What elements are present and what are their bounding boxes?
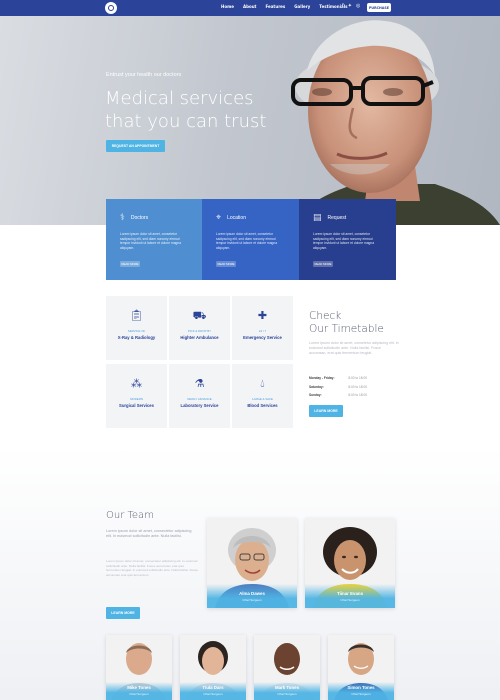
service-card-ambulance[interactable]: ⛟ PICK & DROP BY Highter Ambulance bbox=[169, 296, 230, 360]
member-name: Alma Dawes bbox=[239, 591, 265, 596]
service-card-blood[interactable]: 💧︎ LARGE & SAFE Blood Services bbox=[232, 364, 293, 428]
info-card-title: Doctors bbox=[130, 215, 149, 221]
service-tag: SERVICE OF bbox=[127, 329, 146, 333]
hero-doctor-portrait bbox=[291, 20, 500, 225]
timetable-hours: 8:00 to 18:00 bbox=[348, 376, 367, 380]
hero-title-line-2: that you can trust bbox=[105, 111, 267, 132]
clipboard-icon: 📋︎ bbox=[129, 309, 144, 322]
member-name: Mark Tones bbox=[274, 685, 300, 690]
service-tag: MODERN bbox=[130, 397, 143, 401]
featured-member-card[interactable]: Alma Dawes Chief Surgeon bbox=[207, 518, 297, 608]
info-card-text: Lorem ipsum dolor sit amet, consetetur s… bbox=[216, 232, 278, 250]
member-overlay bbox=[207, 584, 297, 608]
timetable-day: Monday - Friday: bbox=[309, 376, 335, 380]
flask-icon: ⚗ bbox=[194, 377, 205, 390]
info-card-title: Request bbox=[327, 215, 347, 221]
info-card-doctors: ⚕ Doctors Lorem ipsum dolor sit amet, con… bbox=[106, 199, 203, 280]
timetable-row: Sunday: 8:00 to 18:00 bbox=[309, 393, 389, 397]
timetable-day: Saturday: bbox=[309, 384, 324, 389]
service-name: Highter Ambulance bbox=[180, 335, 219, 340]
member-role: Chief Surgeon bbox=[351, 692, 371, 696]
team-member-card[interactable]: Simon Tones Chief Surgeon bbox=[328, 635, 394, 700]
team-member-card[interactable]: Tiula Dars Chief Surgeon bbox=[180, 635, 246, 700]
info-card-text: Lorem ipsum dolor sit amet, consetetur s… bbox=[120, 232, 182, 250]
main-nav: Home About Features Gallery Testimonials bbox=[221, 4, 347, 9]
nav-gallery[interactable]: Gallery bbox=[294, 4, 310, 9]
service-name: Blood Services bbox=[247, 403, 278, 408]
timetable-rows: Monday - Friday: 8:00 to 18:00 Saturday: 8… bbox=[309, 376, 389, 402]
timetable-title: Check Our Timetable bbox=[309, 310, 384, 336]
purchase-button[interactable]: PURCHASE bbox=[367, 3, 391, 12]
hero-title-line-1: Medical services bbox=[105, 88, 254, 109]
service-card-emergency[interactable]: ✚ 24 / 7 Emergency Service bbox=[232, 296, 293, 360]
service-name: Emergency Service bbox=[243, 335, 282, 340]
member-role: Chief Surgeon bbox=[277, 692, 297, 696]
read-more-button[interactable]: READ MORE bbox=[313, 261, 333, 267]
member-overlay bbox=[305, 584, 395, 608]
timetable-hours: 8:00 to 18:00 bbox=[348, 384, 367, 389]
member-name: Simon Tones bbox=[347, 685, 375, 690]
info-card-title: Location bbox=[227, 215, 246, 221]
member-role: Chief Surgeon bbox=[340, 598, 360, 602]
logo-icon[interactable] bbox=[105, 2, 117, 14]
member-role: Chief Surgeon bbox=[203, 692, 223, 696]
service-name: Laboratory Service bbox=[180, 403, 219, 408]
service-name: X-Ray & Radiology bbox=[117, 335, 156, 340]
facebook-icon[interactable]: f bbox=[342, 3, 344, 9]
social-links: f ✦ ◎ bbox=[342, 3, 360, 9]
featured-member-card[interactable]: Tiinar Evans Chief Surgeon bbox=[305, 518, 395, 608]
globe-icon[interactable]: ◎ bbox=[356, 3, 360, 9]
team-member-card[interactable]: Mark Tones Chief Surgeon bbox=[254, 635, 320, 700]
twitter-icon[interactable]: ✦ bbox=[348, 3, 352, 9]
timetable-text: Lorem ipsum dolor sit amet, consetetur a… bbox=[309, 341, 399, 356]
service-card-surgical[interactable]: ⁂ MODERN Surgical Services bbox=[106, 364, 167, 428]
hero-section: Entrust your health our doctors Medical … bbox=[0, 16, 500, 225]
member-name: Mike Tones bbox=[127, 685, 151, 690]
timetable-hours: 8:00 to 18:00 bbox=[348, 393, 367, 397]
info-card-request: ▤ Request Lorem ipsum dolor sit amet, con… bbox=[299, 199, 396, 280]
info-card-location: ⌖ Location Lorem ipsum dolor sit amet, co… bbox=[202, 199, 299, 280]
timetable-learn-more-button[interactable]: LEARN MORE bbox=[309, 405, 343, 417]
doctor-icon: ⚕ bbox=[120, 213, 125, 223]
top-navbar: Home About Features Gallery Testimonials… bbox=[0, 0, 500, 16]
team-learn-more-button[interactable]: LEARN MORE bbox=[106, 607, 140, 619]
team-member-card[interactable]: Mike Tones Chief Surgeon bbox=[106, 635, 172, 700]
service-tag: 24 / 7 bbox=[258, 329, 267, 333]
nav-features[interactable]: Features bbox=[265, 4, 285, 9]
clipboard-icon: ▤ bbox=[313, 213, 322, 223]
timetable-title-line-2: Our Timetable bbox=[309, 323, 384, 335]
team-title: Our Team bbox=[106, 510, 154, 521]
blood-drop-icon: 💧︎ bbox=[260, 377, 265, 390]
timetable-row: Monday - Friday: 8:00 to 18:00 bbox=[309, 376, 389, 380]
service-card-laboratory[interactable]: ⚗ NEWLY ADVANCE Laboratory Service bbox=[169, 364, 230, 428]
service-tag: NEWLY ADVANCE bbox=[187, 397, 212, 401]
timetable-row: Saturday: 8:00 to 18:00 bbox=[309, 385, 389, 389]
nav-about[interactable]: About bbox=[243, 4, 256, 9]
service-tag: LARGE & SAFE bbox=[252, 397, 273, 401]
read-more-button[interactable]: READ MORE bbox=[120, 261, 140, 267]
nav-home[interactable]: Home bbox=[221, 4, 234, 9]
member-role: Chief Surgeon bbox=[242, 598, 262, 602]
timetable-title-line-1: Check bbox=[309, 310, 342, 322]
hero-title: Medical services that you can trust bbox=[105, 87, 305, 133]
member-name: Tiinar Evans bbox=[336, 591, 364, 596]
request-appointment-button[interactable]: REQUEST AN APPOINTMENT bbox=[106, 140, 165, 152]
read-more-button[interactable]: READ MORE bbox=[216, 261, 236, 267]
hero-subtitle: Entrust your health our doctors bbox=[106, 72, 182, 78]
info-card-text: Lorem ipsum dolor sit amet, consetetur s… bbox=[313, 232, 375, 250]
timetable-day: Sunday: bbox=[309, 393, 322, 397]
map-pin-icon: ⌖ bbox=[216, 213, 222, 223]
team-text: Lorem ipsum dolor sit amet, consectetur … bbox=[106, 559, 198, 577]
member-role: Chief Surgeon bbox=[129, 692, 149, 696]
service-card-xray[interactable]: 📋︎ SERVICE OF X-Ray & Radiology bbox=[106, 296, 167, 360]
molecule-icon: ⁂ bbox=[131, 377, 142, 390]
service-tag: PICK & DROP BY bbox=[187, 329, 212, 333]
team-intro: Lorem ipsum dolor sit amet, consectetur … bbox=[106, 529, 192, 539]
medical-cross-icon: ✚ bbox=[257, 309, 268, 322]
service-name: Surgical Services bbox=[119, 403, 154, 408]
ambulance-icon: ⛟ bbox=[192, 309, 207, 322]
member-name: Tiula Dars bbox=[202, 685, 224, 690]
